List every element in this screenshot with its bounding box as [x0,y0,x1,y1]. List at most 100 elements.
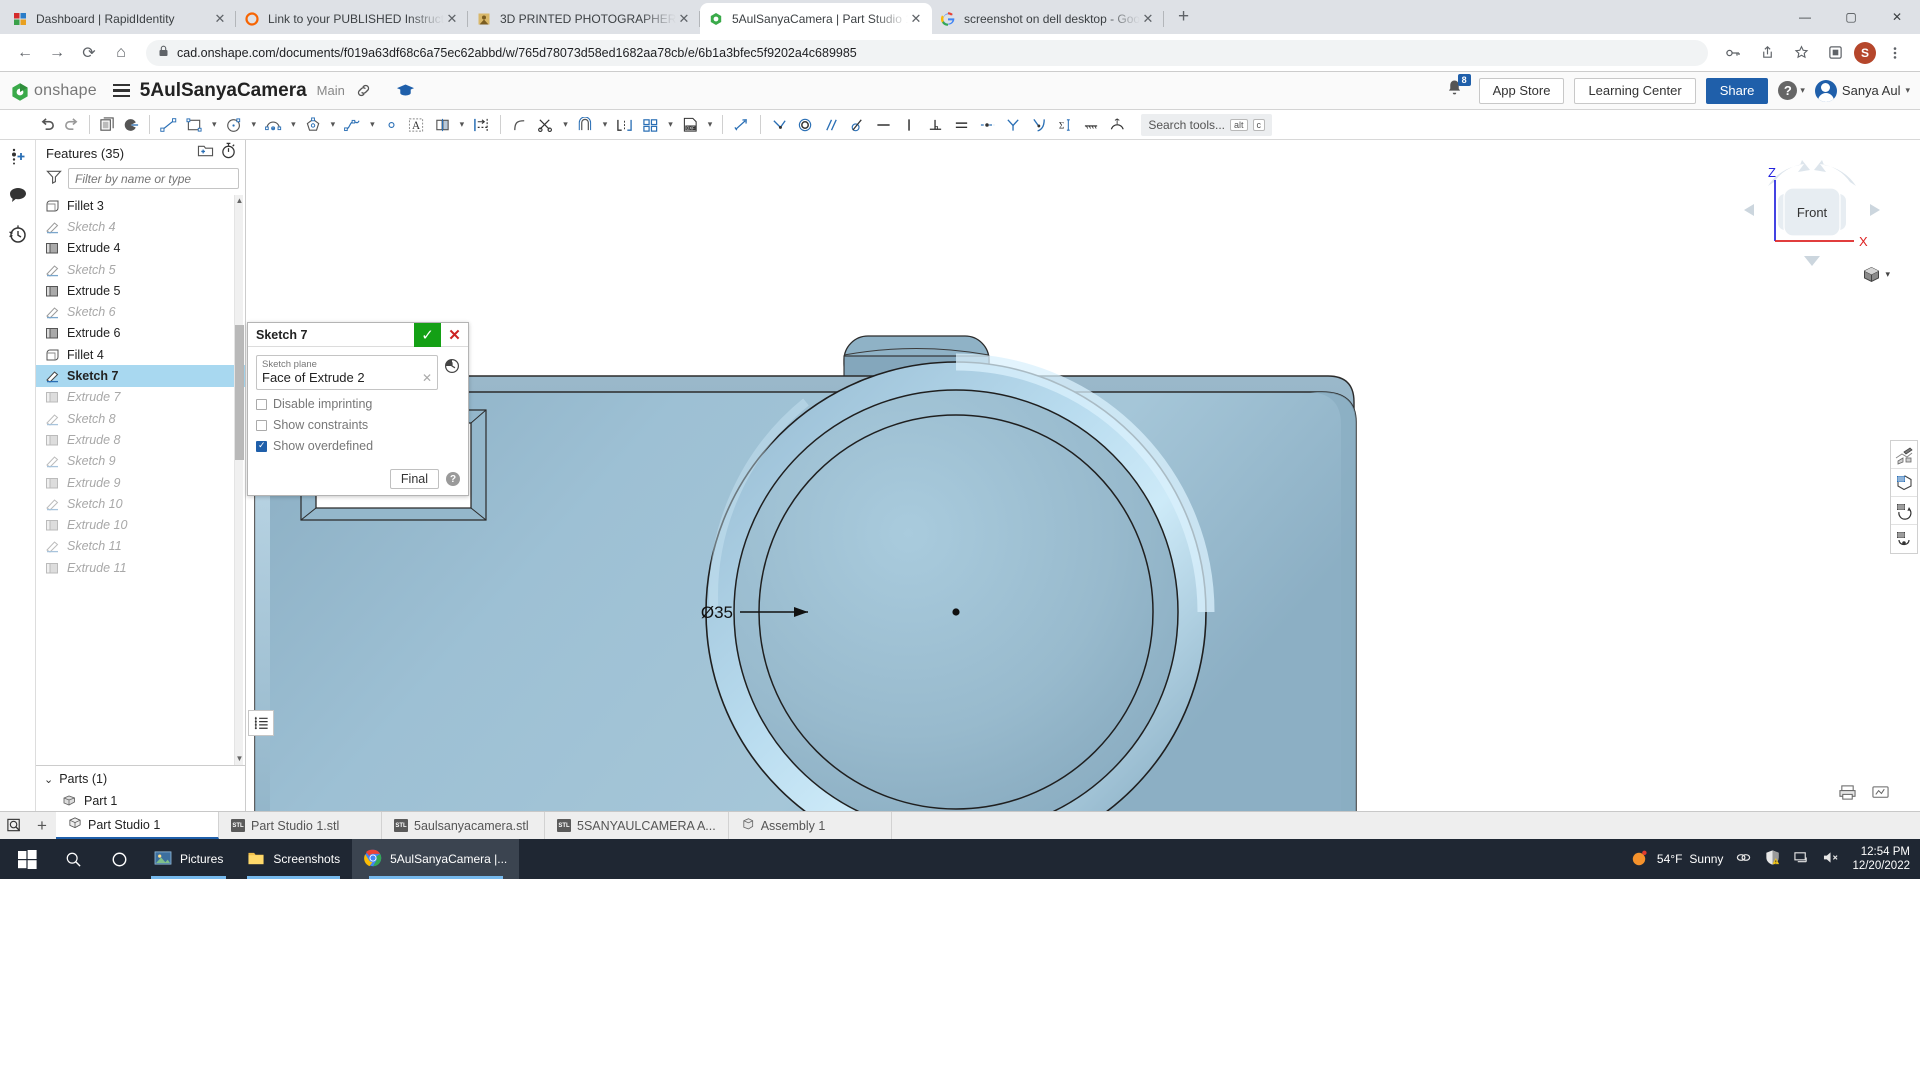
feature-row-sketch8[interactable]: Sketch 8 [36,408,245,429]
point-icon[interactable] [380,112,403,138]
address-bar[interactable]: cad.onshape.com/documents/f019a63df68c6a… [146,39,1708,66]
feature-row-sketch5[interactable]: Sketch 5 [36,259,245,280]
undo-icon[interactable] [36,112,59,138]
features-scrollbar[interactable]: ▲ ▼ [234,195,244,765]
display-state-icon[interactable] [1871,784,1890,801]
symmetric-icon[interactable] [1001,112,1026,138]
trim-caret-icon[interactable]: ▾ [559,119,572,130]
minimize-button[interactable]: — [1782,0,1828,34]
feature-row-extrude8[interactable]: Extrude 8 [36,429,245,450]
3d-viewport[interactable]: Ø35 Front Z X ▾ [246,140,1920,811]
grid-cube-icon[interactable] [1891,469,1917,497]
dimension-icon[interactable]: Σ [1053,112,1078,138]
weather-widget[interactable]: 54°F Sunny [1630,848,1723,871]
close-icon[interactable]: ✕ [1140,11,1156,27]
text-icon[interactable]: A [404,112,429,138]
view-mode-caret-icon[interactable]: ▾ [1885,269,1890,280]
notification-bell[interactable]: 8 [1446,74,1471,102]
reload-icon[interactable]: ⟳ [74,38,104,68]
disable-imprinting-row[interactable]: Disable imprinting [256,397,460,411]
clock-icon[interactable] [444,358,460,374]
maximize-button[interactable]: ▢ [1828,0,1874,34]
forward-icon[interactable]: → [42,38,72,68]
question-icon[interactable]: ? [446,472,460,486]
horizontal-icon[interactable] [871,112,896,138]
close-icon[interactable]: ✕ [444,11,460,27]
feature-row-extrude6[interactable]: Extrude 6 [36,323,245,344]
chain-icon[interactable] [1735,850,1752,868]
feature-list-toggle-button[interactable] [248,710,274,736]
offset-icon[interactable] [573,112,598,138]
features-list[interactable]: Fillet 3 Sketch 4 Extrude 4 Sketch 5 Ext… [36,195,245,765]
clock-date[interactable]: 12:54 PM 12/20/2022 [1852,845,1910,874]
network-icon[interactable] [1793,850,1810,868]
app-store-button[interactable]: App Store [1478,77,1565,104]
help-caret-icon[interactable]: ▾ [1800,85,1805,96]
graduation-cap-icon[interactable] [396,82,415,99]
checkmark-icon[interactable]: ✓ [414,322,441,347]
show-overdefined-row[interactable]: Show overdefined [256,439,460,453]
cortana-icon[interactable] [96,839,142,879]
rectangle-icon[interactable] [182,112,207,138]
star-icon[interactable] [1786,38,1816,68]
kebab-menu-icon[interactable] [1880,38,1910,68]
close-icon[interactable]: ✕ [212,11,228,27]
scroll-down-arrow[interactable]: ▼ [235,753,244,765]
parallel-icon[interactable] [819,112,844,138]
dxf-caret-icon[interactable]: ▾ [704,119,717,130]
fillet-icon[interactable] [507,112,532,138]
scroll-up-arrow[interactable]: ▲ [235,195,244,207]
scrollbar-thumb[interactable] [235,325,244,460]
stopwatch-icon[interactable] [220,142,237,164]
taskbar-app-screenshots[interactable]: Screenshots [235,839,352,879]
show-overdefined-checkbox[interactable] [256,440,267,452]
profile-avatar[interactable]: S [1854,41,1876,64]
tangent-icon[interactable] [845,112,870,138]
midpoint-icon[interactable] [975,112,1000,138]
defender-warning-icon[interactable] [1764,849,1781,869]
feature-row-sketch4[interactable]: Sketch 4 [36,216,245,237]
show-constraints-row[interactable]: Show constraints [256,418,460,432]
spline-icon[interactable] [340,112,365,138]
bottom-tab-part-studio-1[interactable]: Part Studio 1 [56,812,219,839]
sketch-dialog[interactable]: Sketch 7 ✓ ✕ Sketch plane Face of Extrud… [247,322,469,496]
final-button[interactable]: Final [389,469,439,489]
feature-row-sketch10[interactable]: Sketch 10 [36,493,245,514]
taskbar-app-chrome[interactable]: 5AulSanyaCamera |... [352,839,520,879]
bottom-tab-5aulsanyacamera-stl[interactable]: STL 5aulsanyacamera.stl [382,812,545,839]
key-icon[interactable] [1718,38,1748,68]
perpendicular-icon[interactable] [923,112,948,138]
rotate-grid-icon[interactable] [1891,497,1917,525]
circle-caret-icon[interactable]: ▾ [248,119,261,130]
rectangle-caret-icon[interactable]: ▾ [208,119,221,130]
transform-caret-icon[interactable]: ▾ [664,119,677,130]
use-icon[interactable] [612,112,637,138]
mirror-icon[interactable] [430,112,455,138]
features-filter-input[interactable] [68,168,239,189]
mirror-caret-icon[interactable]: ▾ [456,119,469,130]
transform-icon[interactable] [638,112,663,138]
arc-caret-icon[interactable]: ▾ [287,119,300,130]
branch-label[interactable]: Main [317,83,345,98]
trim-icon[interactable] [533,112,558,138]
show-constraints-checkbox[interactable] [256,419,267,431]
feature-row-fillet4[interactable]: Fillet 4 [36,344,245,365]
browser-tab[interactable]: Dashboard | RapidIdentity ✕ [4,3,236,34]
user-menu[interactable]: Sanya Aul ▾ [1814,79,1910,102]
view-mode-selector[interactable]: ▾ [1862,265,1890,284]
sketch-plane-field[interactable]: Sketch plane Face of Extrude 2 ✕ [256,355,438,390]
linear-pattern-icon[interactable] [469,112,494,138]
dxf-icon[interactable]: DXF [678,112,703,138]
feature-row-extrude7[interactable]: Extrude 7 [36,387,245,408]
close-icon[interactable]: ✕ [441,323,468,347]
bottom-tab-5sanyaulcamera[interactable]: STL 5SANYAULCAMERA A... [545,812,729,839]
fix-icon[interactable] [1105,112,1130,138]
comment-icon[interactable] [5,182,31,208]
feature-row-extrude4[interactable]: Extrude 4 [36,238,245,259]
polygon-icon[interactable] [301,112,326,138]
feature-row-sketch6[interactable]: Sketch 6 [36,301,245,322]
share-button[interactable]: Share [1705,77,1769,104]
concentric-icon[interactable] [793,112,818,138]
plane-icon[interactable] [120,112,143,138]
bottom-tab-part-studio-1-stl[interactable]: STL Part Studio 1.stl [219,812,382,839]
